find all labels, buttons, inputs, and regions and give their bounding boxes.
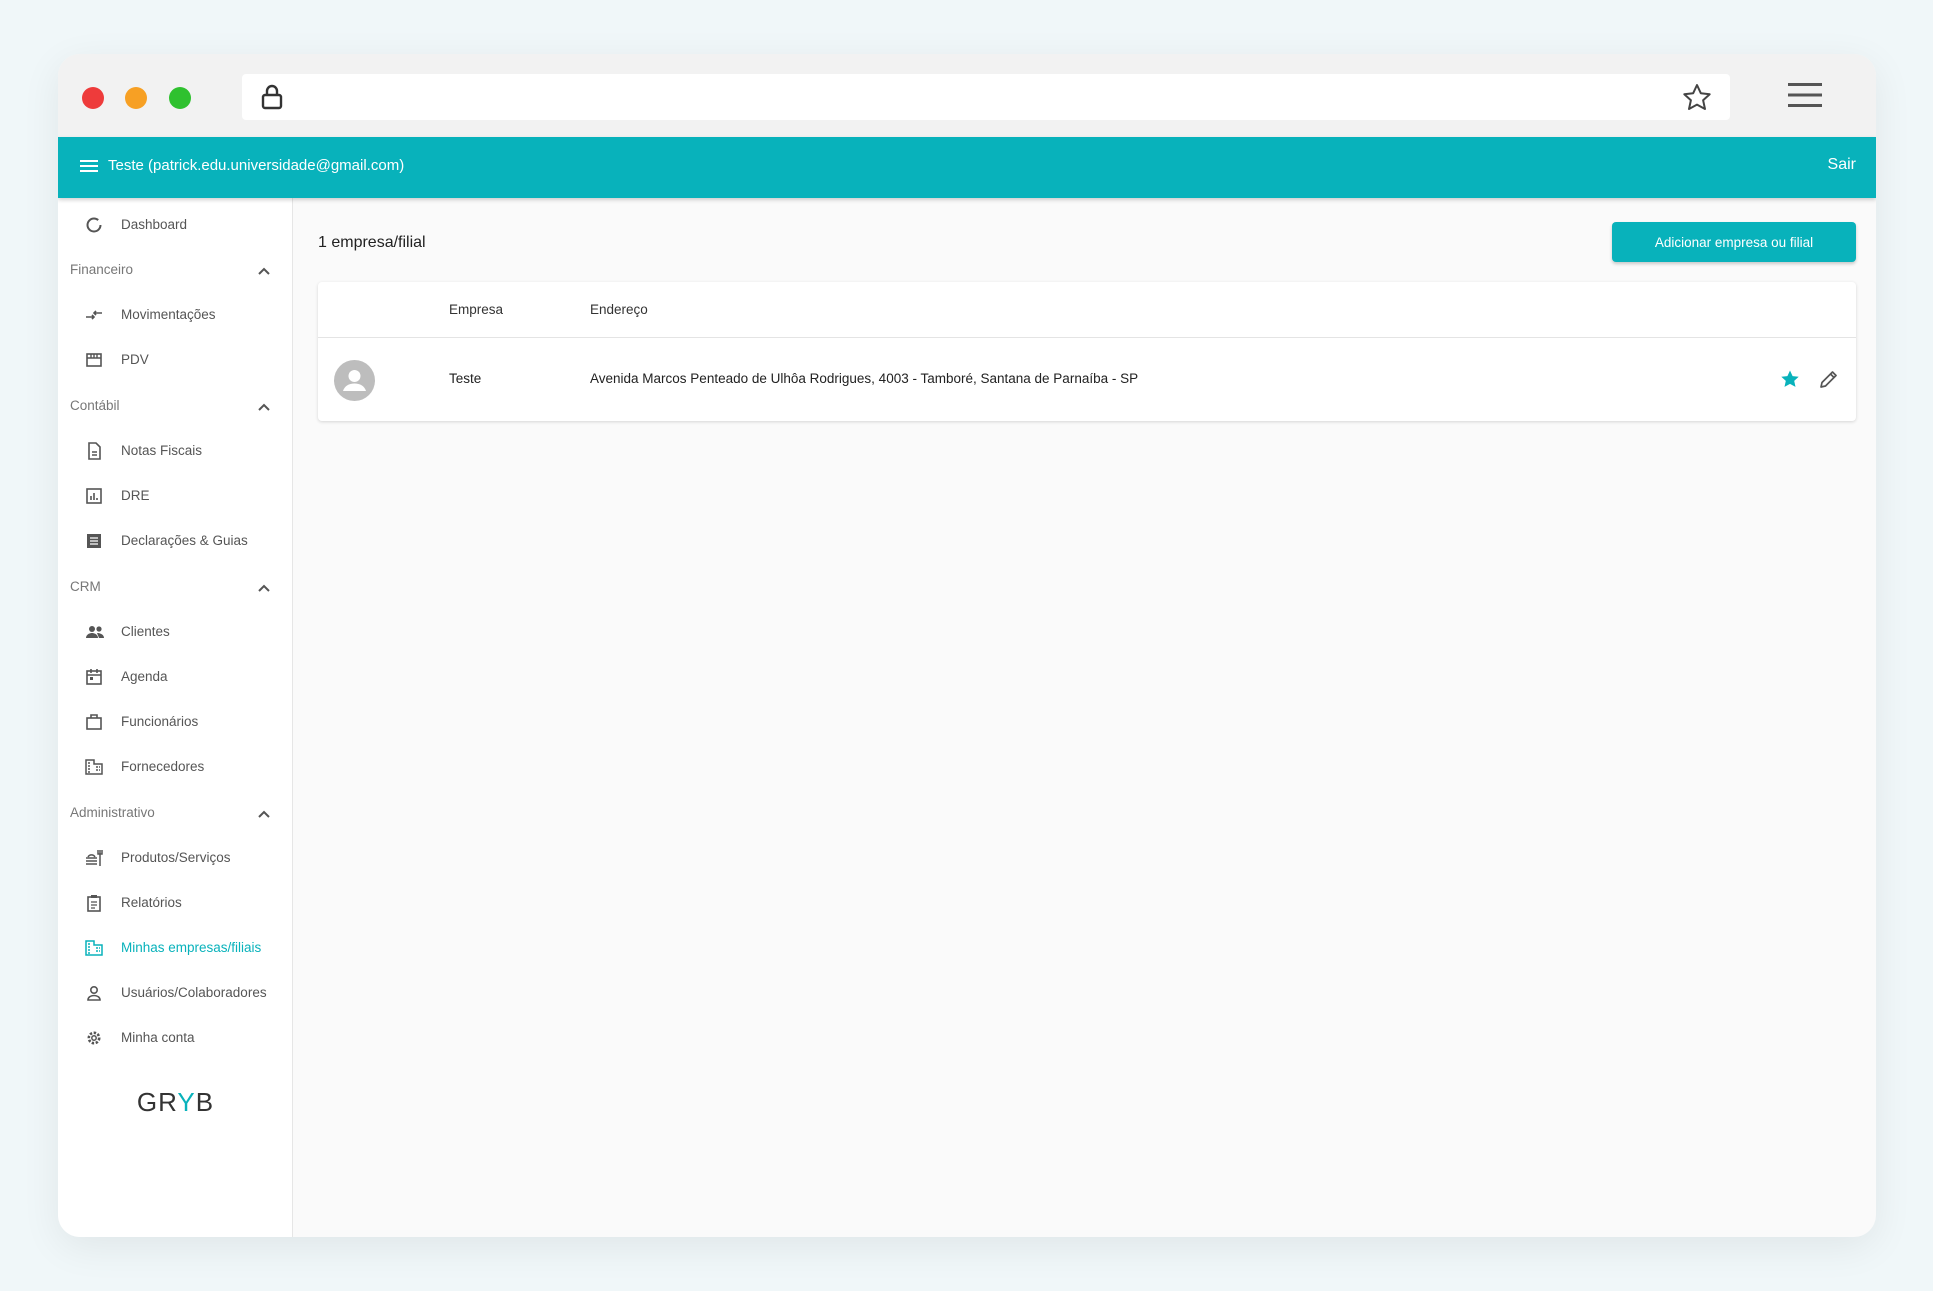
sidebar-item-label: Usuários/Colaboradores xyxy=(121,985,267,1000)
column-header-empresa[interactable]: Empresa xyxy=(449,302,503,317)
sidebar-item-declaracoes-guias[interactable]: Declarações & Guias xyxy=(58,521,293,561)
browser-menu-icon[interactable] xyxy=(1788,82,1822,113)
sidebar-item-label: Minhas empresas/filiais xyxy=(121,940,262,955)
section-label: Financeiro xyxy=(70,262,134,277)
store-icon xyxy=(85,351,103,369)
minimize-window-button[interactable] xyxy=(125,87,147,109)
sidebar-item-relatorios[interactable]: Relatórios xyxy=(58,883,293,923)
sidebar-item-dre[interactable]: DRE xyxy=(58,476,293,516)
companies-table: Empresa Endereço Teste Avenida Marcos Pe… xyxy=(318,282,1856,421)
user-icon xyxy=(85,984,103,1002)
sidebar-item-label: Funcionários xyxy=(121,714,199,729)
sidebar-item-label: Notas Fiscais xyxy=(121,443,203,458)
sidebar-item-label: Produtos/Serviços xyxy=(121,850,231,865)
table-row[interactable]: Teste Avenida Marcos Penteado de Ulhôa R… xyxy=(318,338,1856,421)
sidebar-item-dashboard[interactable]: Dashboard xyxy=(58,205,293,245)
favorite-star-icon[interactable] xyxy=(1780,369,1800,394)
transfer-arrows-icon xyxy=(85,306,103,324)
bookmark-star-icon[interactable] xyxy=(1682,83,1712,116)
section-label: Administrativo xyxy=(70,805,155,820)
sidebar-item-label: Relatórios xyxy=(121,895,182,910)
sidebar-item-funcionarios[interactable]: Funcionários xyxy=(58,702,293,742)
products-icon xyxy=(85,849,103,867)
sidebar-item-clientes[interactable]: Clientes xyxy=(58,612,293,652)
sidebar-item-label: Fornecedores xyxy=(121,759,205,774)
brand-suffix: B xyxy=(195,1087,215,1117)
sidebar-item-agenda[interactable]: Agenda xyxy=(58,657,293,697)
building-icon xyxy=(85,758,103,776)
sidebar-item-label: Agenda xyxy=(121,669,168,684)
sidebar-item-label: Movimentações xyxy=(121,307,216,322)
building-icon xyxy=(85,939,103,957)
edit-pencil-icon[interactable] xyxy=(1819,369,1839,394)
cell-empresa: Teste xyxy=(449,371,482,386)
section-contabil[interactable]: Contábil xyxy=(58,386,293,426)
brand-accent: Y xyxy=(177,1087,196,1117)
list-doc-icon xyxy=(85,532,103,550)
briefcase-icon xyxy=(85,713,103,731)
cell-endereco: Avenida Marcos Penteado de Ulhôa Rodrigu… xyxy=(590,371,1139,386)
app-header: Teste (patrick.edu.universidade@gmail.co… xyxy=(58,137,1876,198)
sidebar-item-label: Declarações & Guias xyxy=(121,533,248,548)
add-company-button[interactable]: Adicionar empresa ou filial xyxy=(1612,222,1856,262)
document-icon xyxy=(85,442,103,460)
brand-logo: GRYB xyxy=(58,1087,293,1118)
brand-prefix: GR xyxy=(136,1087,178,1117)
clipboard-icon xyxy=(85,894,103,912)
browser-window: Teste (patrick.edu.universidade@gmail.co… xyxy=(58,54,1876,1237)
main-content: 1 empresa/filial Adicionar empresa ou fi… xyxy=(293,198,1876,1237)
sidebar-item-movimentacoes[interactable]: Movimentações xyxy=(58,295,293,335)
sidebar-item-pdv[interactable]: PDV xyxy=(58,340,293,380)
sidebar-item-produtos-servicos[interactable]: Produtos/Serviços xyxy=(58,838,293,878)
sidebar-item-label: Minha conta xyxy=(121,1030,195,1045)
company-count: 1 empresa/filial xyxy=(318,234,426,251)
section-label: Contábil xyxy=(70,398,120,413)
sidebar-item-label: Dashboard xyxy=(121,217,188,232)
column-header-endereco[interactable]: Endereço xyxy=(590,302,648,317)
donut-icon xyxy=(85,216,103,234)
section-administrativo[interactable]: Administrativo xyxy=(58,793,293,833)
sidebar: Dashboard Financeiro Movimentações PDV C… xyxy=(58,198,293,1237)
sidebar-item-label: Clientes xyxy=(121,624,170,639)
sidebar-item-usuarios[interactable]: Usuários/Colaboradores xyxy=(58,973,293,1013)
gear-icon xyxy=(85,1029,103,1047)
calendar-icon xyxy=(85,668,103,686)
avatar xyxy=(334,360,375,401)
chevron-up-icon xyxy=(257,399,271,417)
maximize-window-button[interactable] xyxy=(169,87,191,109)
close-window-button[interactable] xyxy=(82,87,104,109)
table-header: Empresa Endereço xyxy=(318,282,1856,338)
section-label: CRM xyxy=(70,579,101,594)
sidebar-item-minhas-empresas[interactable]: Minhas empresas/filiais xyxy=(58,928,293,968)
sidebar-item-notas-fiscais[interactable]: Notas Fiscais xyxy=(58,431,293,471)
address-bar[interactable] xyxy=(242,74,1730,120)
sidebar-item-fornecedores[interactable]: Fornecedores xyxy=(58,747,293,787)
menu-icon[interactable] xyxy=(80,159,98,178)
people-icon xyxy=(85,623,104,641)
chevron-up-icon xyxy=(257,580,271,598)
sidebar-item-minha-conta[interactable]: Minha conta xyxy=(58,1018,293,1058)
sidebar-item-label: PDV xyxy=(121,352,149,367)
chevron-up-icon xyxy=(257,263,271,281)
logout-link[interactable]: Sair xyxy=(1828,156,1856,174)
section-financeiro[interactable]: Financeiro xyxy=(58,250,293,290)
browser-toolbar xyxy=(58,54,1876,137)
current-user-label: Teste (patrick.edu.universidade@gmail.co… xyxy=(108,157,405,174)
section-crm[interactable]: CRM xyxy=(58,567,293,607)
lock-icon xyxy=(260,84,284,115)
sidebar-item-label: DRE xyxy=(121,488,150,503)
bar-chart-icon xyxy=(85,487,103,505)
chevron-up-icon xyxy=(257,806,271,824)
